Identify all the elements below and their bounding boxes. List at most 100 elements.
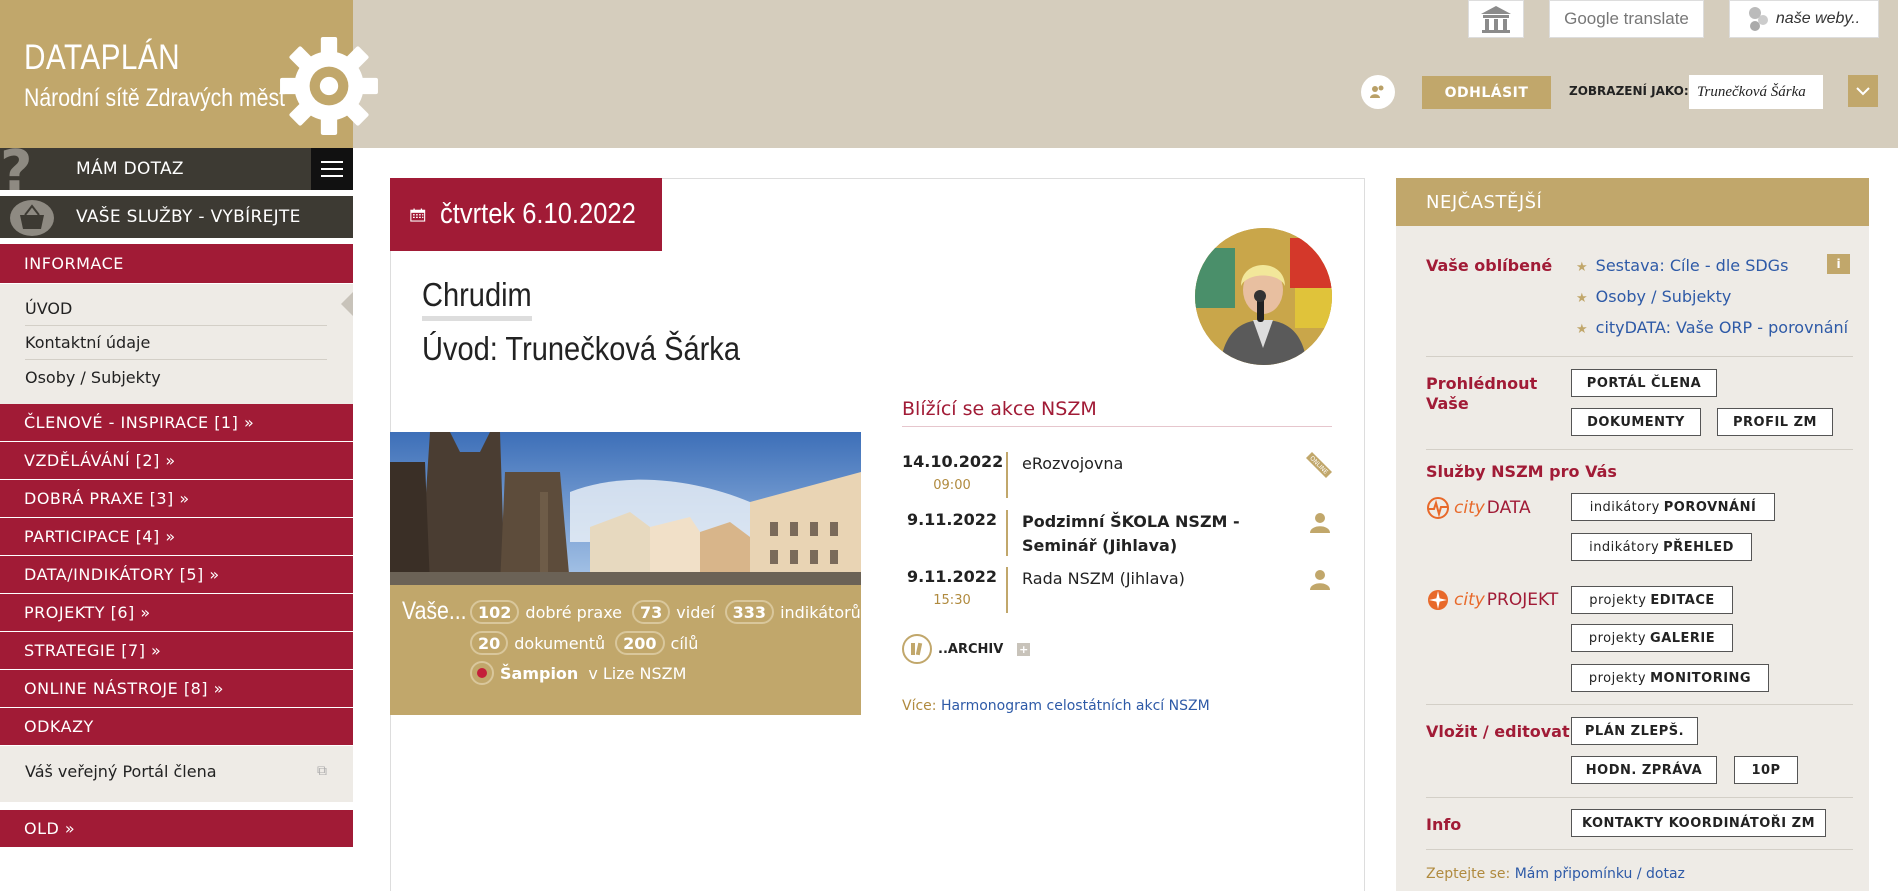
person-icon: [1310, 570, 1330, 590]
sidebar-item-strategie[interactable]: STRATEGIE [7] »: [0, 632, 353, 670]
indikatory-prehled-button[interactable]: indikátory PŘEHLED: [1571, 533, 1752, 561]
mam-dotaz-button[interactable]: ? MÁM DOTAZ: [0, 144, 353, 200]
harmonogram-link[interactable]: Harmonogram celostátních akcí NSZM: [941, 698, 1210, 714]
logout-button[interactable]: ODHLÁSIT: [1422, 76, 1551, 109]
videi-count[interactable]: 73: [632, 600, 671, 624]
videi-label[interactable]: videí: [676, 603, 714, 622]
event-row[interactable]: 9.11.2022 Podzimní ŠKOLA NSZM - Seminář …: [902, 510, 1332, 558]
users-icon: [1370, 85, 1384, 98]
stats-row-1: 102 dobré praxe 73 videí 333 indikátorů: [470, 600, 871, 624]
hodnotici-zprava-button[interactable]: HODN. ZPRÁVA: [1571, 756, 1717, 784]
pulse-icon: [1427, 497, 1449, 519]
sluzby-label: Služby NSZM pro Vás: [1426, 462, 1617, 481]
pripominka-dotaz-link[interactable]: Mám připomínku / dotaz: [1515, 866, 1685, 882]
view-as-dropdown-button[interactable]: [1848, 75, 1878, 107]
plus-icon[interactable]: +: [1017, 642, 1031, 656]
indikatoru-count[interactable]: 333: [724, 600, 775, 624]
portal-clena-button[interactable]: PORTÁL ČLENA: [1571, 369, 1717, 397]
event-title[interactable]: Podzimní ŠKOLA NSZM - Seminář (Jihlava): [1022, 510, 1292, 558]
home-button[interactable]: [1468, 0, 1524, 38]
star-icon: ★: [1576, 260, 1588, 275]
sampion-label[interactable]: Šampion: [500, 664, 578, 683]
more-line: Více: Harmonogram celostátních akcí NSZM: [902, 698, 1210, 714]
sidebar-informace[interactable]: INFORMACE: [0, 244, 353, 284]
archiv-label: ..ARCHIV: [938, 641, 1004, 657]
projekty-editace-button[interactable]: projekty EDITACE: [1571, 586, 1733, 614]
indikatory-porovnani-button[interactable]: indikátory POROVNÁNÍ: [1571, 493, 1775, 521]
10p-button[interactable]: 10P: [1734, 756, 1798, 784]
sidebar-item-data-indikatory[interactable]: DATA/INDIKÁTORY [5] »: [0, 556, 353, 594]
dobre-praxe-count[interactable]: 102: [470, 600, 520, 624]
basket-icon: [10, 200, 54, 236]
date-tab: čtvrtek 6.10.2022: [390, 178, 662, 251]
sidebar-item-participace[interactable]: PARTICIPACE [4] »: [0, 518, 353, 556]
sidebar-item-uvod[interactable]: ÚVOD: [25, 292, 327, 326]
view-as-select[interactable]: Trunečková Šárka: [1689, 75, 1823, 109]
sidebar-item-kontaktni-udaje[interactable]: Kontaktní údaje: [25, 326, 327, 360]
brand-subtitle: Národní sítě Zdravých měst: [24, 84, 286, 112]
projekty-monitoring-button[interactable]: projekty MONITORING: [1571, 664, 1769, 692]
user-switch-button[interactable]: [1361, 75, 1395, 109]
stats-row-3: Šampion v Lize NSZM: [470, 661, 696, 685]
kontakty-koordinatori-button[interactable]: KONTAKTY KOORDINÁTOŘI ZM: [1571, 809, 1826, 837]
cilu-label[interactable]: cílů: [671, 634, 699, 653]
sidebar-item-old[interactable]: OLD »: [0, 810, 353, 848]
dokumentu-count[interactable]: 20: [470, 631, 509, 655]
event-divider: [1006, 510, 1008, 556]
event-title[interactable]: eRozvojovna: [1022, 452, 1292, 476]
favorite-item[interactable]: ★ Sestava: Cíle - dle SDGs: [1576, 256, 1788, 275]
sidebar-item-online-nastroje[interactable]: ONLINE NÁSTROJE [8] »: [0, 670, 353, 708]
divider: [1426, 704, 1853, 705]
sidebar-item-dobra-praxe[interactable]: DOBRÁ PRAXE [3] »: [0, 480, 353, 518]
sidebar-item-osoby-subjekty[interactable]: Osoby / Subjekty: [25, 360, 327, 394]
sidebar-item-projekty[interactable]: PROJEKTY [6] »: [0, 594, 353, 632]
favorite-item[interactable]: ★ cityDATA: Vaše ORP - porovnání: [1576, 318, 1848, 337]
cilu-count[interactable]: 200: [615, 631, 665, 655]
event-divider: [1006, 567, 1008, 613]
stats-row-2: 20 dokumentů 200 cílů: [470, 631, 708, 655]
mam-dotaz-label: MÁM DOTAZ: [76, 159, 184, 179]
google-translate-label: Google translate: [1564, 9, 1689, 28]
vase-sluzby-label: VAŠE SLUŽBY - VYBÍREJTE: [76, 207, 301, 227]
sidebar-item-verejny-portal[interactable]: Váš veřejný Portál člena ⧉: [25, 754, 327, 788]
divider: [1426, 849, 1853, 850]
sidebar-item-clenove[interactable]: ČLENOVÉ - INSPIRACE [1] »: [0, 404, 353, 442]
plan-zlepseni-button[interactable]: PLÁN ZLEPŠ.: [1571, 717, 1698, 745]
city-photo: [390, 432, 861, 585]
page-title: Úvod: Trunečková Šárka: [422, 330, 740, 367]
sidebar-odkazy[interactable]: ODKAZY: [0, 708, 353, 746]
brand-title: DATAPLÁN: [24, 38, 181, 77]
sidebar-item-vzdelavani[interactable]: VZDĚLÁVÁNÍ [2] »: [0, 442, 353, 480]
favorite-item[interactable]: ★ Osoby / Subjekty: [1576, 287, 1731, 306]
avatar: [1195, 228, 1332, 365]
dokumentu-label[interactable]: dokumentů: [514, 634, 605, 653]
dokumenty-button[interactable]: DOKUMENTY: [1571, 408, 1701, 436]
vase-sluzby-button[interactable]: VAŠE SLUŽBY - VYBÍREJTE: [0, 196, 353, 238]
sampion-badge[interactable]: [470, 661, 494, 685]
ask-prefix: Zeptejte se:: [1426, 866, 1511, 882]
event-row[interactable]: 14.10.2022 09:00 eRozvojovna ONLINE: [902, 452, 1332, 500]
info-icon[interactable]: i: [1827, 254, 1850, 274]
event-date: 9.11.2022: [906, 567, 998, 586]
dobre-praxe-label[interactable]: dobré praxe: [525, 603, 622, 622]
menu-toggle-button[interactable]: [311, 148, 353, 190]
nase-weby-button[interactable]: naše weby..: [1729, 0, 1879, 38]
nejcastejsi-header: NEJČASTĚJŠÍ: [1396, 178, 1869, 226]
external-link-icon: ⧉: [317, 763, 327, 779]
prohlednout-label: Prohlédnout Vaše: [1426, 374, 1538, 413]
indikatoru-label[interactable]: indikátorů: [780, 603, 861, 622]
favorites-label: Vaše oblíbené: [1426, 256, 1553, 275]
event-title[interactable]: Rada NSZM (Jihlava): [1022, 567, 1292, 591]
hamburger-icon: [321, 161, 343, 177]
projekty-galerie-button[interactable]: projekty GALERIE: [1571, 624, 1733, 652]
archiv-link[interactable]: ..ARCHIV +: [902, 634, 1031, 664]
google-translate-button[interactable]: Google translate: [1549, 0, 1704, 38]
info-label: Info: [1426, 815, 1462, 834]
informace-submenu: ÚVOD Kontaktní údaje Osoby / Subjekty: [0, 284, 353, 404]
profil-zm-button[interactable]: PROFIL ZM: [1717, 408, 1833, 436]
svg-text:ONLINE: ONLINE: [1308, 455, 1329, 476]
city-title: Chrudim: [422, 276, 532, 321]
compass-icon: [1428, 590, 1448, 610]
archive-icon: [902, 634, 932, 664]
event-row[interactable]: 9.11.2022 15:30 Rada NSZM (Jihlava): [902, 567, 1332, 615]
